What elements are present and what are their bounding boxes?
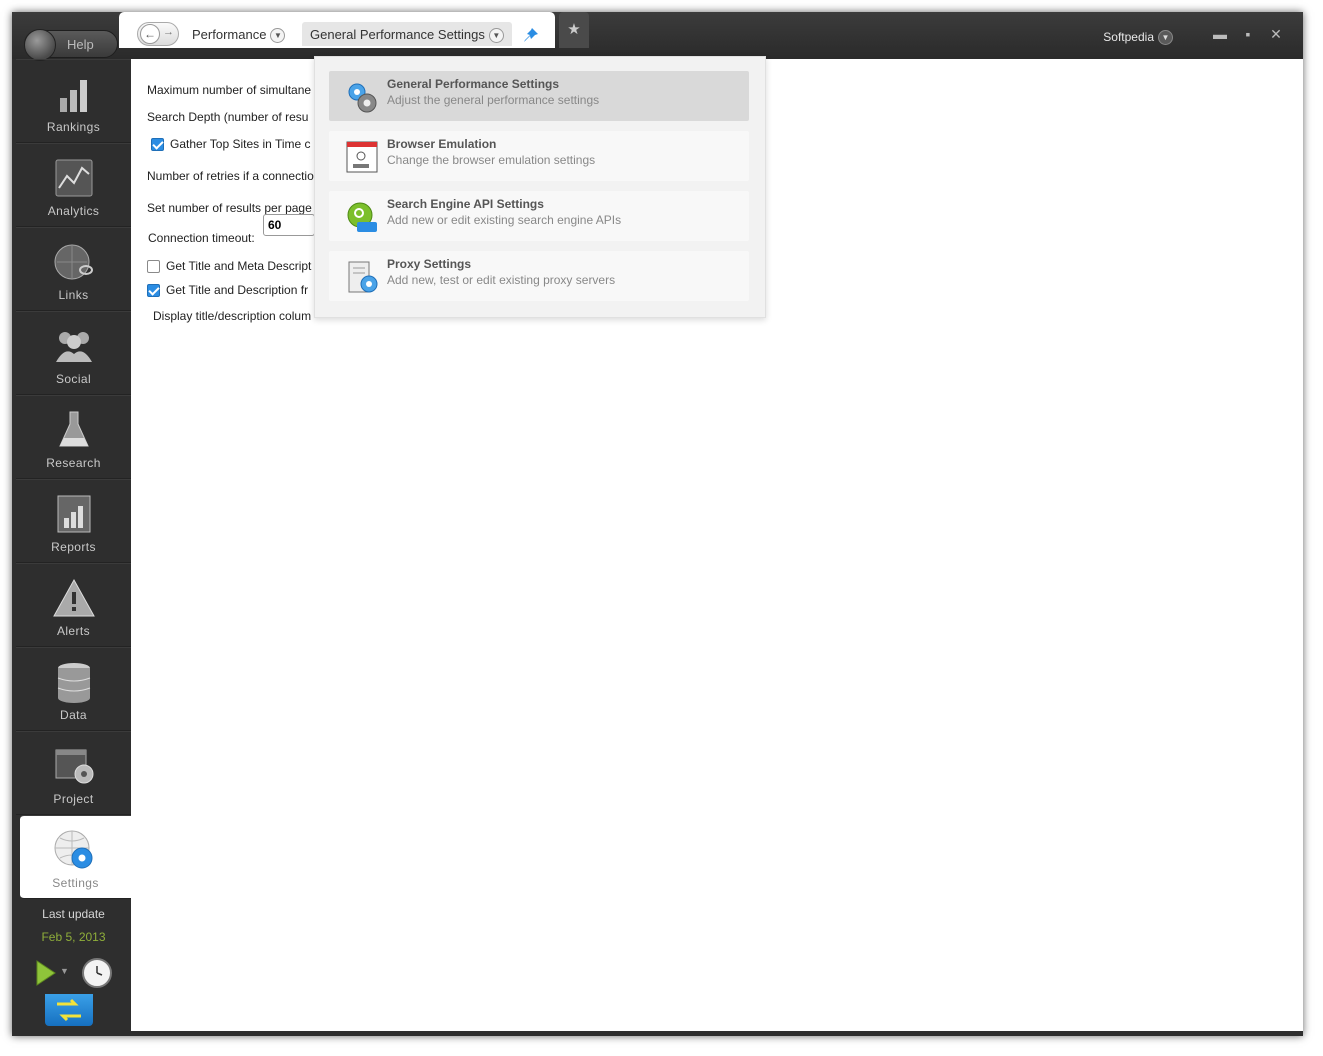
get-title-desc-label: Get Title and Description fr (166, 283, 309, 297)
chevron-down-icon: ▼ (1158, 30, 1173, 46)
sidebar: Rankings Analytics Links Social Research (16, 59, 131, 899)
menu-item-proxy-settings[interactable]: Proxy Settings Add new, test or edit exi… (329, 251, 749, 301)
app-logo-icon (24, 29, 56, 61)
chevron-down-icon[interactable]: ▼ (60, 966, 69, 976)
menu-item-general-performance[interactable]: General Performance Settings Adjust the … (329, 71, 749, 121)
reports-document-icon (57, 495, 91, 533)
menu-item-description: Add new, test or edit existing proxy ser… (387, 273, 616, 287)
menu-item-title: Search Engine API Settings (387, 197, 544, 211)
back-arrow-icon[interactable]: ← (140, 24, 160, 44)
forward-arrow-icon[interactable]: → (163, 26, 174, 38)
menu-item-title: General Performance Settings (387, 77, 560, 91)
connection-timeout-label: Connection timeout: (148, 231, 255, 245)
chevron-down-icon[interactable]: ▼ (488, 28, 504, 44)
sidebar-item-rankings[interactable]: Rankings (16, 59, 131, 143)
max-simultaneous-label: Maximum number of simultane (147, 83, 312, 97)
sidebar-item-label: Data (60, 708, 87, 722)
get-title-meta-label: Get Title and Meta Descript (166, 259, 312, 273)
sidebar-item-analytics[interactable]: Analytics (16, 143, 131, 227)
menu-item-description: Adjust the general performance settings (387, 93, 600, 107)
menu-item-title: Browser Emulation (387, 137, 497, 151)
settings-globe-gear-icon (54, 830, 93, 869)
gather-top-sites-row[interactable]: Gather Top Sites in Time c (151, 137, 311, 152)
last-update-date: Feb 5, 2013 (41, 930, 106, 944)
links-globe-chain-icon (54, 244, 93, 280)
sidebar-item-alerts[interactable]: Alerts (16, 563, 131, 647)
results-per-page-label: Set number of results per page (147, 201, 312, 215)
sync-arrows-icon (57, 998, 81, 1022)
sidebar-item-label: Analytics (47, 204, 100, 218)
sidebar-item-label: Project (53, 792, 94, 806)
get-title-desc-checkbox[interactable] (147, 284, 160, 298)
proxy-server-gear-icon (348, 261, 378, 293)
minimize-icon[interactable]: ▬ (1209, 26, 1231, 42)
play-icon[interactable] (34, 959, 58, 987)
get-title-meta-checkbox[interactable] (147, 260, 160, 274)
breadcrumb-section[interactable]: Performance ▼ (192, 27, 286, 44)
data-database-icon (57, 663, 91, 703)
menu-item-search-engine-api[interactable]: Search Engine API Settings Add new or ed… (329, 191, 749, 241)
user-menu[interactable]: Softpedia ▼ (1103, 30, 1173, 46)
rankings-bar-icon (60, 80, 87, 112)
project-window-gear-icon (55, 749, 94, 784)
breadcrumb-section-label: Performance (192, 27, 267, 42)
get-title-meta-row[interactable]: Get Title and Meta Descript (147, 259, 312, 274)
browser-window-icon (346, 141, 378, 173)
favorites-star-icon[interactable]: ★ (559, 12, 589, 48)
chevron-down-icon[interactable]: ▼ (270, 28, 286, 44)
sidebar-item-label: Settings (52, 876, 99, 890)
alerts-warning-icon (53, 578, 95, 617)
gather-top-sites-checkbox[interactable] (151, 138, 164, 152)
sidebar-item-research[interactable]: Research (16, 395, 131, 479)
analytics-chart-icon (55, 159, 93, 197)
menu-item-browser-emulation[interactable]: Browser Emulation Change the browser emu… (329, 131, 749, 181)
sidebar-item-project[interactable]: Project (16, 731, 131, 815)
clock-icon[interactable] (82, 958, 112, 988)
sidebar-item-reports[interactable]: Reports (16, 479, 131, 563)
last-update-label: Last update (42, 907, 105, 921)
menu-item-description: Change the browser emulation settings (387, 153, 596, 167)
gears-icon (348, 83, 377, 113)
sidebar-item-label: Alerts (56, 624, 91, 638)
social-people-icon (56, 332, 92, 362)
user-label: Softpedia (1103, 30, 1154, 44)
sidebar-item-links[interactable]: Links (16, 227, 131, 311)
sidebar-item-label: Social (55, 372, 92, 386)
retries-label: Number of retries if a connectio (147, 169, 314, 183)
sidebar-item-data[interactable]: Data (16, 647, 131, 731)
sidebar-item-social[interactable]: Social (16, 311, 131, 395)
search-depth-label: Search Depth (number of resu (147, 110, 309, 124)
sidebar-item-label: Links (58, 288, 89, 302)
sidebar-item-label: Research (46, 456, 101, 470)
breadcrumb-page[interactable]: General Performance Settings ▼ (302, 22, 512, 46)
close-icon[interactable]: ✕ (1265, 26, 1287, 43)
maximize-icon[interactable]: ▪ (1237, 26, 1259, 42)
sync-button[interactable] (45, 994, 93, 1026)
sidebar-item-label: Reports (51, 540, 96, 554)
display-columns-label: Display title/description colum (153, 309, 312, 323)
get-title-desc-row[interactable]: Get Title and Description fr (147, 283, 309, 298)
sidebar-item-settings[interactable]: Settings (20, 815, 131, 899)
settings-dropdown-menu: General Performance Settings Adjust the … (314, 56, 766, 318)
help-button[interactable]: Help (24, 29, 118, 61)
connection-timeout-input[interactable] (263, 214, 315, 236)
breadcrumb-page-label: General Performance Settings (310, 27, 485, 42)
sidebar-item-label: Rankings (46, 120, 101, 134)
menu-item-description: Add new or edit existing search engine A… (387, 213, 622, 227)
history-navigation[interactable]: ← → (137, 22, 179, 46)
api-search-icon (347, 202, 377, 232)
gather-top-sites-label: Gather Top Sites in Time c (170, 137, 311, 151)
help-label: Help (67, 37, 94, 52)
research-flask-icon (59, 411, 89, 447)
menu-item-title: Proxy Settings (387, 257, 472, 271)
pin-icon[interactable] (522, 26, 540, 44)
